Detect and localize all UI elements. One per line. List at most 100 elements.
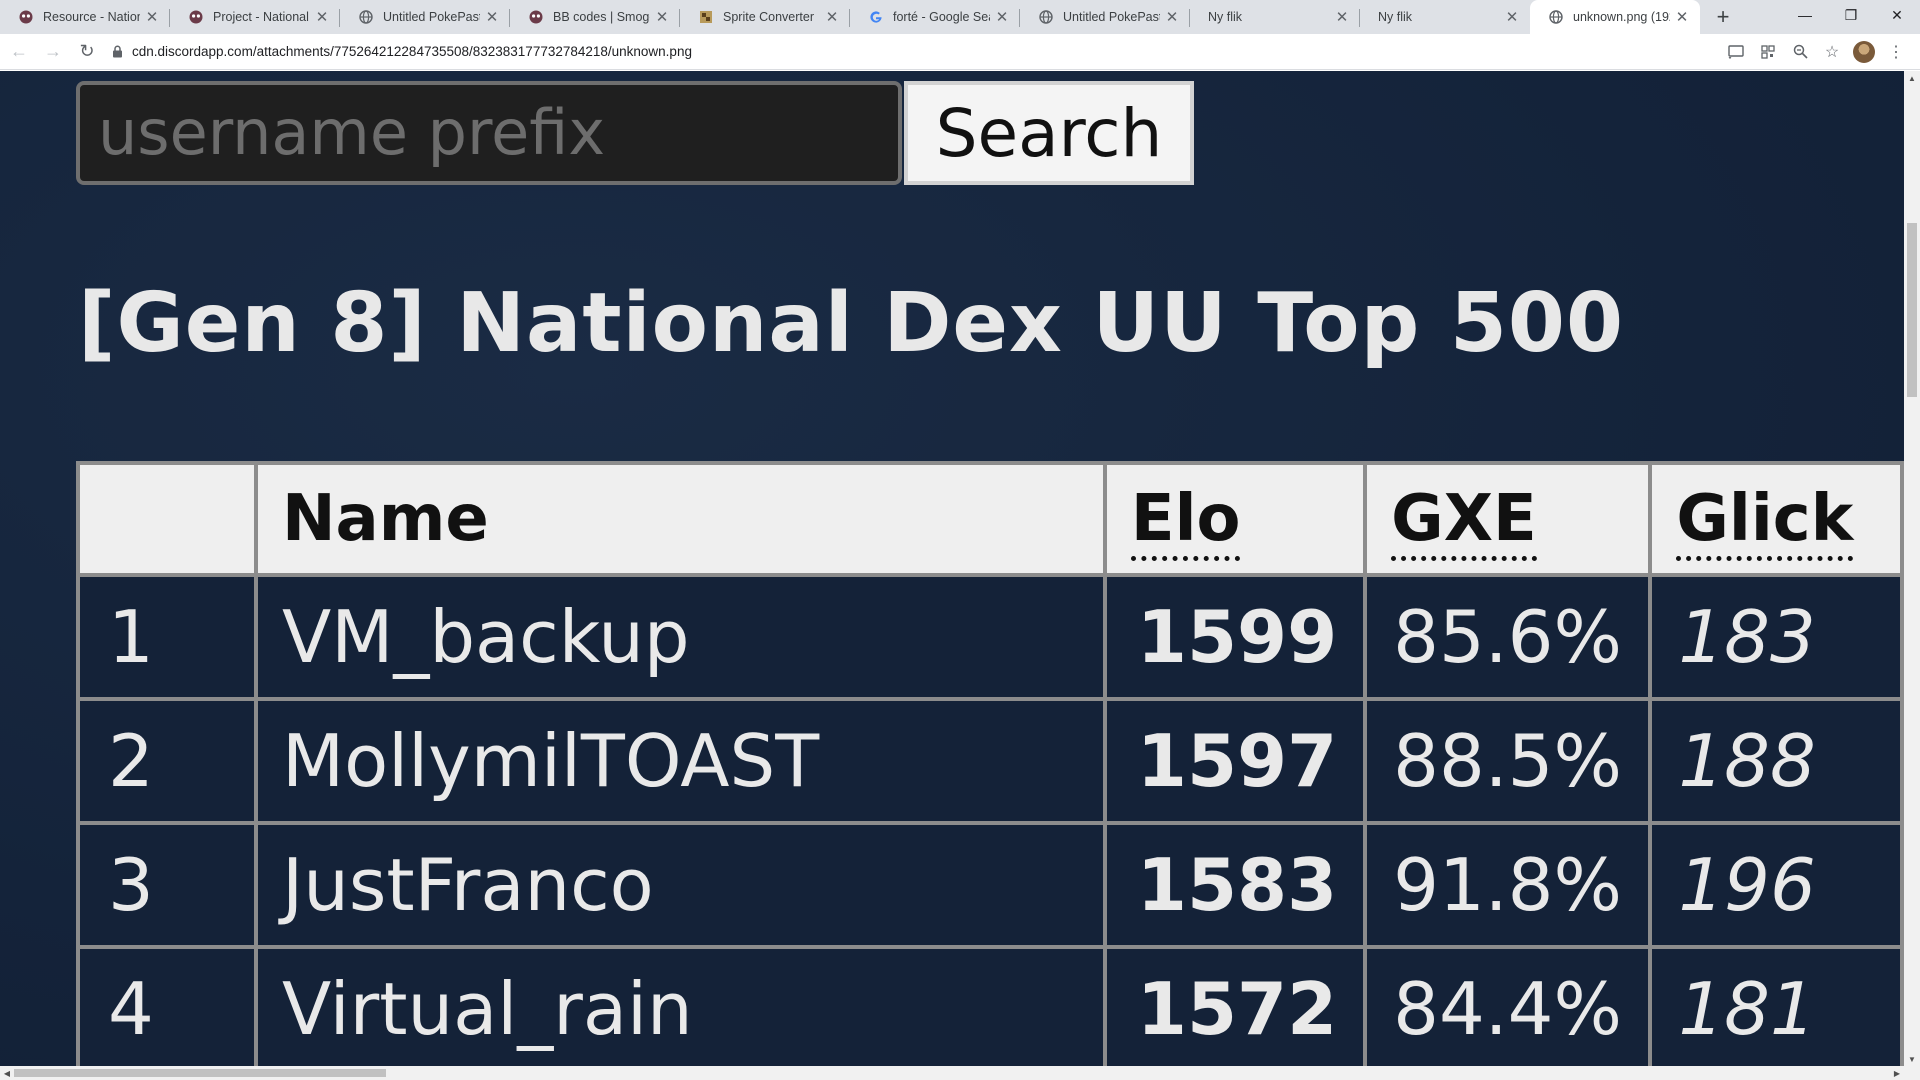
tab-title: unknown.png (1920 (1573, 10, 1670, 24)
gxe-cell: 88.5% (1363, 697, 1653, 825)
tab-7[interactable]: Untitled PokePaste ✕ (1020, 0, 1190, 34)
restore-icon[interactable]: ❐ (1828, 0, 1874, 30)
elo-cell: 1583 (1102, 821, 1368, 949)
elo-cell: 1572 (1102, 945, 1368, 1066)
rank-cell: 3 (76, 821, 258, 949)
rank-cell: 4 (76, 945, 258, 1066)
tab-6[interactable]: forté - Google Sear ✕ (850, 0, 1020, 34)
smogon-icon (528, 9, 544, 25)
vertical-scroll-thumb[interactable] (1907, 223, 1917, 397)
ladder-table: Name Elo GXE Glick 1 VM_backup 1599 85.6… (76, 461, 1904, 1066)
tab-title: Ny flik (1208, 10, 1243, 24)
horizontal-scrollbar[interactable]: ◀ ▶ (0, 1066, 1920, 1080)
glicko-header: Glick (1648, 461, 1904, 577)
elo-header: Elo (1102, 461, 1368, 577)
tab-4[interactable]: BB codes | Smogon ✕ (510, 0, 680, 34)
close-icon[interactable]: ✕ (1504, 9, 1520, 26)
zoom-icon[interactable] (1784, 37, 1816, 67)
browser-toolbar: ← → ↻ cdn.discordapp.com/attachments/775… (0, 34, 1920, 70)
close-icon[interactable]: ✕ (1674, 9, 1690, 26)
table-row: 4 Virtual_rain 1572 84.4% 181 (76, 945, 1904, 1066)
tab-title: Ny flik (1378, 10, 1413, 24)
url-text[interactable]: cdn.discordapp.com/attachments/775264212… (132, 44, 692, 59)
table-row: 2 MollymilTOAST 1597 88.5% 188 (76, 697, 1904, 825)
horizontal-scroll-thumb[interactable] (14, 1069, 386, 1077)
close-icon[interactable]: ✕ (144, 9, 160, 26)
glicko-cell: 196 (1648, 821, 1904, 949)
close-icon[interactable]: ✕ (824, 9, 840, 26)
close-icon[interactable]: ✕ (654, 9, 670, 26)
lock-icon[interactable] (110, 45, 124, 59)
tab-title: BB codes | Smogon (553, 10, 650, 24)
table-row: 3 JustFranco 1583 91.8% 196 (76, 821, 1904, 949)
elo-cell: 1599 (1102, 573, 1368, 701)
tab-3[interactable]: Untitled PokePaste ✕ (340, 0, 510, 34)
new-tab-button[interactable]: + (1708, 2, 1738, 32)
tab-5[interactable]: Sprite Converter ✕ (680, 0, 850, 34)
rank-cell: 2 (76, 697, 258, 825)
tab-title: Untitled PokePaste (383, 10, 480, 24)
glicko-cell: 183 (1648, 573, 1904, 701)
address-bar[interactable]: cdn.discordapp.com/attachments/775264212… (110, 38, 1712, 66)
gxe-cell: 85.6% (1363, 573, 1653, 701)
globe-icon (358, 9, 374, 25)
globe-icon (1038, 9, 1054, 25)
name-cell: VM_backup (253, 573, 1107, 701)
menu-icon[interactable]: ⋮ (1880, 37, 1912, 67)
tab-1[interactable]: Resource - National ✕ (0, 0, 170, 34)
name-header: Name (253, 461, 1107, 577)
table-row: 1 VM_backup 1599 85.6% 183 (76, 573, 1904, 701)
scroll-up-icon[interactable]: ▲ (1904, 71, 1920, 85)
name-cell: MollymilTOAST (253, 697, 1107, 825)
gxe-header-label: GXE (1391, 482, 1537, 561)
scroll-right-icon[interactable]: ▶ (1890, 1066, 1904, 1080)
close-icon[interactable]: ✕ (1164, 9, 1180, 26)
image-content: username prefix Search [Gen 8] National … (0, 71, 1904, 1066)
sprite-icon (698, 9, 714, 25)
elo-cell: 1597 (1102, 697, 1368, 825)
tab-title: Resource - National (43, 10, 140, 24)
back-icon[interactable]: ← (4, 37, 34, 67)
glicko-header-label: Glick (1676, 482, 1854, 561)
tab-title: forté - Google Sear (893, 10, 990, 24)
qr-code-icon[interactable] (1752, 37, 1784, 67)
tab-title: Untitled PokePaste (1063, 10, 1160, 24)
smogon-icon (188, 9, 204, 25)
scroll-down-icon[interactable]: ▼ (1904, 1052, 1920, 1066)
tab-strip: Resource - National ✕ Project - National… (0, 0, 1920, 34)
tab-2[interactable]: Project - National D ✕ (170, 0, 340, 34)
page-title: [Gen 8] National Dex UU Top 500 (78, 276, 1624, 371)
profile-avatar[interactable] (1848, 37, 1880, 67)
close-icon[interactable]: ✕ (484, 9, 500, 26)
avatar-icon (1853, 40, 1875, 63)
name-cell: Virtual_rain (253, 945, 1107, 1066)
close-icon[interactable]: ✕ (1334, 9, 1350, 26)
close-window-icon[interactable]: ✕ (1874, 0, 1920, 30)
tab-title: Sprite Converter (723, 10, 815, 24)
google-icon (868, 9, 884, 25)
vertical-scrollbar[interactable]: ▲ ▼ (1904, 71, 1920, 1066)
scroll-left-icon[interactable]: ◀ (0, 1066, 14, 1080)
window-controls: — ❐ ✕ (1782, 0, 1920, 30)
tab-title: Project - National D (213, 10, 310, 24)
rank-header (76, 461, 258, 577)
close-icon[interactable]: ✕ (314, 9, 330, 26)
toolbar-actions: ☆ ⋮ (1720, 37, 1912, 67)
cast-icon[interactable] (1720, 37, 1752, 67)
forward-icon[interactable]: → (38, 37, 68, 67)
gxe-cell: 91.8% (1363, 821, 1653, 949)
minimize-icon[interactable]: — (1782, 0, 1828, 30)
tab-10-active[interactable]: unknown.png (1920 ✕ (1530, 0, 1700, 34)
tab-9[interactable]: Ny flik ✕ (1360, 0, 1530, 34)
reload-icon[interactable]: ↻ (72, 37, 102, 67)
search-input[interactable]: username prefix (76, 81, 902, 185)
bookmark-star-icon[interactable]: ☆ (1816, 37, 1848, 67)
glicko-cell: 188 (1648, 697, 1904, 825)
search-button[interactable]: Search (904, 81, 1194, 185)
tab-8[interactable]: Ny flik ✕ (1190, 0, 1360, 34)
smogon-icon (18, 9, 34, 25)
table-header-row: Name Elo GXE Glick (76, 461, 1904, 577)
gxe-header: GXE (1363, 461, 1653, 577)
close-icon[interactable]: ✕ (994, 9, 1010, 26)
globe-icon (1548, 9, 1564, 25)
